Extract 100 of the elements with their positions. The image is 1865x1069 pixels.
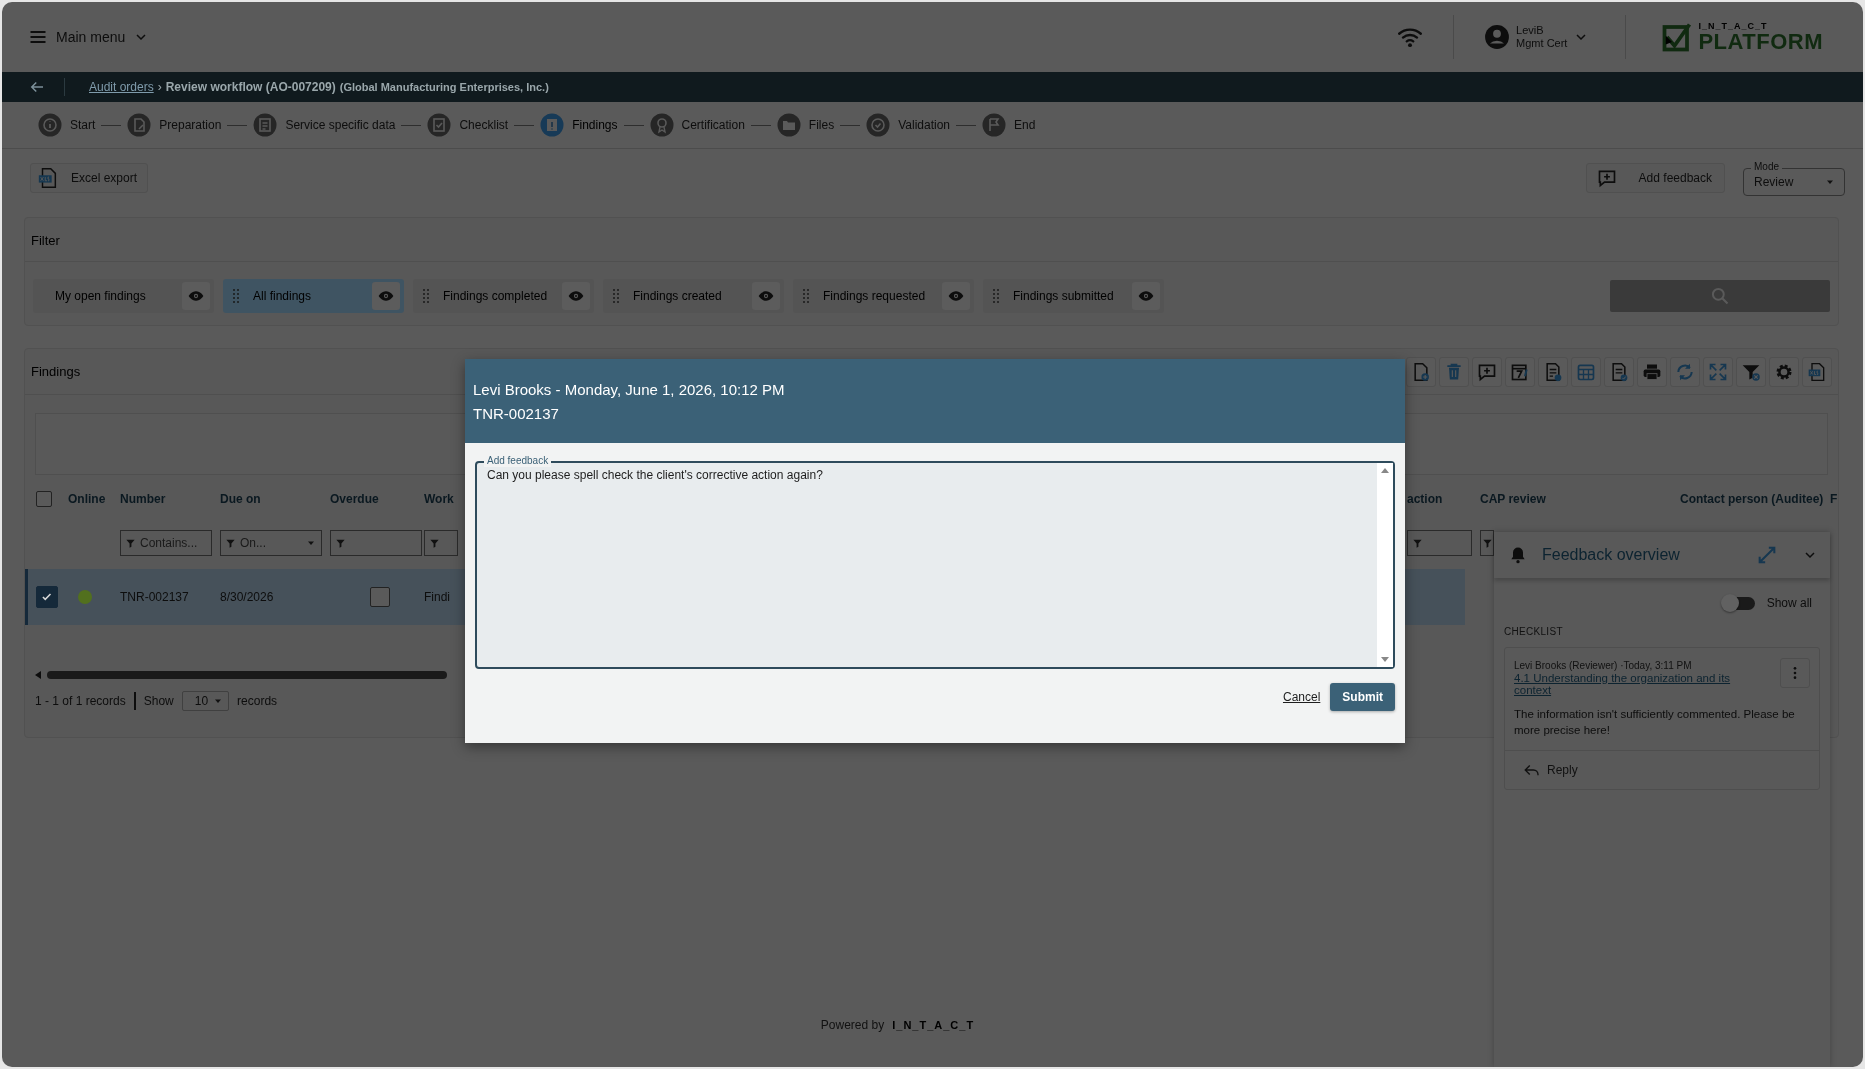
filter-preset[interactable]: Findings completed [413, 279, 594, 313]
toolbar-button[interactable] [1505, 356, 1535, 387]
column-header[interactable]: Contact person (Auditee) [1680, 492, 1824, 506]
toolbar-button[interactable] [1472, 356, 1502, 387]
excel-document-icon [1807, 361, 1827, 382]
toolbar-button[interactable] [1406, 356, 1436, 387]
toolbar-button[interactable] [1802, 356, 1832, 387]
flag-icon [982, 113, 1007, 137]
user-menu-button[interactable]: LeviB Mgmt Cert [1484, 24, 1590, 50]
column-header[interactable]: Overdue [330, 492, 379, 506]
folder-icon [776, 113, 801, 137]
filter-preset[interactable]: Findings created [603, 279, 784, 313]
cancel-link[interactable]: Cancel [1282, 690, 1321, 704]
records-summary: 1 - 1 of 1 records [35, 694, 126, 708]
scrollbar[interactable] [1377, 463, 1393, 667]
filter-preset[interactable]: My open findings [33, 279, 214, 313]
filter-field[interactable]: On... [220, 530, 322, 556]
toolbar-button[interactable] [1604, 356, 1634, 387]
add-feedback-button[interactable]: Add feedback [1585, 163, 1725, 193]
funnel-icon [225, 537, 236, 549]
toolbar-button[interactable] [1538, 356, 1568, 387]
show-label: Show [143, 694, 174, 708]
eye-button[interactable] [752, 282, 780, 310]
filter-preset[interactable]: Findings submitted [983, 279, 1164, 313]
breadcrumb-separator: › [157, 80, 162, 94]
filter-field[interactable]: Contains... [120, 530, 212, 556]
workflow-step[interactable]: Certification [649, 113, 745, 137]
filter-preset[interactable]: Findings requested [793, 279, 974, 313]
column-header[interactable]: CAP review [1480, 492, 1546, 506]
eye-button[interactable] [372, 282, 400, 310]
filter-field[interactable] [330, 530, 422, 556]
toolbar-button[interactable] [1769, 356, 1799, 387]
excel-document-icon [37, 167, 59, 189]
more-button[interactable] [1780, 658, 1810, 688]
workflow-step[interactable]: Start [38, 113, 96, 137]
document-edit-icon [1543, 361, 1563, 382]
workflow-step[interactable]: Validation [866, 113, 951, 137]
funnel-icon [335, 537, 346, 549]
eye-button[interactable] [1132, 282, 1160, 310]
column-header[interactable]: action [1407, 492, 1443, 506]
toggle-label: Show all [1766, 596, 1812, 610]
filter-field[interactable] [1407, 530, 1472, 556]
eye-button[interactable] [942, 282, 970, 310]
workflow-step[interactable]: End [982, 113, 1036, 137]
column-header[interactable]: Online [68, 492, 106, 506]
column-header[interactable]: Work [424, 492, 454, 506]
row-checkbox[interactable] [36, 586, 58, 608]
eye-button[interactable] [562, 282, 590, 310]
toolbar-button[interactable] [1637, 356, 1667, 387]
avatar-icon [1484, 24, 1511, 50]
toolbar-button[interactable] [1571, 356, 1601, 387]
workflow-step[interactable]: Checklist [427, 113, 509, 137]
scrollbar[interactable] [47, 671, 447, 679]
select-all-checkbox[interactable] [36, 491, 52, 507]
main-menu-button[interactable]: Main menu [28, 27, 150, 47]
checklist-link[interactable]: 4.1 Understanding the organization and its context [1514, 672, 1754, 696]
submit-button[interactable]: Submit [1330, 683, 1395, 711]
drag-handle-icon[interactable] [421, 287, 431, 305]
breadcrumb-current: Review workflow (AO-007209) [165, 80, 336, 94]
toolbar-button[interactable] [1670, 356, 1700, 387]
show-all-toggle[interactable] [1720, 594, 1757, 612]
expand-button[interactable] [1756, 544, 1778, 566]
breadcrumb-detail: (Global Manufacturing Enterprises, Inc.) [339, 81, 549, 93]
workflow-step[interactable]: Findings [540, 113, 618, 137]
document-check-icon [1609, 361, 1629, 382]
feedback-meta: Levi Brooks (Reviewer) ·Today, 3:11 PM [1514, 660, 1693, 671]
workflow-step[interactable]: Preparation [127, 113, 222, 137]
filter-preset[interactable]: All findings [223, 279, 404, 313]
add-document-icon [1411, 361, 1431, 382]
breadcrumb-link[interactable]: Audit orders [89, 80, 154, 94]
info-icon [38, 113, 62, 137]
drag-handle-icon[interactable] [801, 287, 811, 305]
toolbar-button[interactable] [1439, 356, 1469, 387]
records-label: records [237, 694, 278, 708]
filter-field[interactable] [424, 530, 458, 556]
workflow-step[interactable]: Service specific data [253, 113, 396, 137]
filter-field[interactable] [1480, 530, 1494, 556]
column-header[interactable]: F [1830, 492, 1838, 506]
eye-icon [758, 288, 774, 304]
eye-button[interactable] [182, 282, 210, 310]
page-size-select[interactable]: 10 [181, 691, 230, 711]
clipboard-icon [253, 113, 278, 137]
trash-icon [1444, 361, 1464, 382]
toolbar-button[interactable] [1736, 356, 1766, 387]
excel-export-button[interactable]: Excel export [30, 163, 149, 193]
reply-button[interactable]: Reply [1505, 750, 1819, 789]
drag-handle-icon[interactable] [231, 287, 241, 305]
drag-handle-icon[interactable] [991, 287, 1001, 305]
workflow-step[interactable]: Files [776, 113, 835, 137]
drag-handle-icon[interactable] [611, 287, 621, 305]
refresh-icon [1675, 361, 1695, 382]
column-header[interactable]: Due on [220, 492, 261, 506]
overdue-checkbox[interactable] [370, 587, 390, 607]
brand-text: I_N_T_A_C_T [892, 1019, 975, 1031]
toolbar-button[interactable] [1703, 356, 1733, 387]
column-header[interactable]: Number [120, 492, 166, 506]
expand-icon [1708, 361, 1728, 382]
panel-title: Feedback overview [1542, 546, 1680, 564]
scroll-left-icon[interactable] [33, 671, 41, 679]
eye-icon [568, 288, 584, 304]
